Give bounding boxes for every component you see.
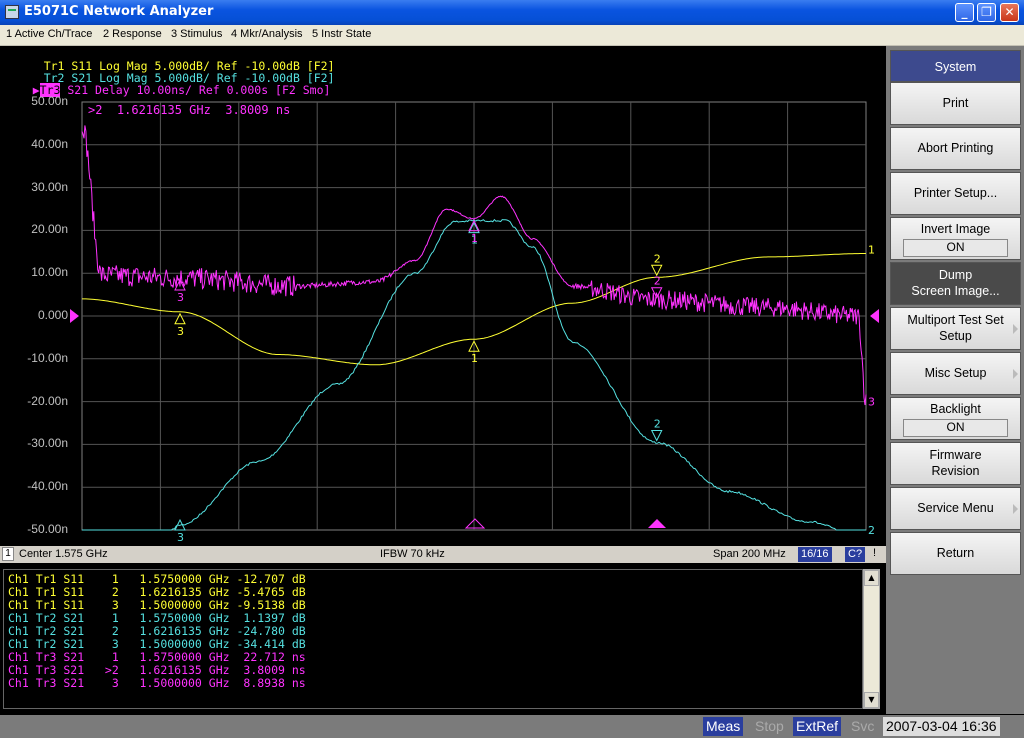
marker-tr2-3-label: 3 [177,531,184,544]
softkey-label: Printer Setup... [913,186,998,200]
date-time: 2007-03-04 16:36 [883,717,1000,736]
marker-tr3-2-label: 2 [654,275,661,288]
softkey-panel: System Print Abort Printing Printer Setup..… [886,46,1024,714]
menu-stimulus[interactable]: 3 Stimulus [171,28,222,40]
extref-indicator: ExtRef [793,717,842,736]
active-marker-stimulus-icon [648,519,666,528]
menu-response[interactable]: 2 Response [103,28,162,40]
marker-tr1-1-label: 1 [471,352,478,365]
center-frequency[interactable]: Center 1.575 GHz [19,548,108,560]
softkey-invert-image[interactable]: Invert Image ON [890,217,1021,260]
instrument-status-bar: Meas Stop ExtRef Svc 2007-03-04 16:36 [0,715,1024,738]
softkey-service-menu[interactable]: Service Menu [890,487,1021,530]
softkey-label: Invert Image [920,222,991,236]
softkey-label: Return [936,546,975,560]
softkey-value: ON [903,239,1008,257]
softkey-misc-setup[interactable]: Misc Setup [890,352,1021,395]
app-icon[interactable] [5,5,19,19]
cal-indicator: C? [845,547,866,562]
trace-display[interactable]: Tr1 S11 Log Mag 5.000dB/ Ref -10.00dB [F… [0,46,886,545]
trace-plot[interactable]: 123123123123 [0,46,886,545]
softkey-label-line2: Screen Image... [911,284,1000,298]
softkey-label: Multiport Test Set [907,313,1004,327]
softkey-multiport-test-set[interactable]: Multiport Test Set Setup [890,307,1021,350]
softkey-printer-setup[interactable]: Printer Setup... [890,172,1021,215]
softkey-label: Service Menu [917,501,994,515]
softkey-label: Backlight [930,402,981,416]
softkey-label: Misc Setup [924,366,987,380]
softkey-return[interactable]: Return [890,532,1021,575]
trace1-end-label: 1 [868,244,875,257]
marker-tr1-3-label: 3 [177,325,184,338]
softkey-abort-printing[interactable]: Abort Printing [890,127,1021,170]
softkey-backlight[interactable]: Backlight ON [890,397,1021,440]
softkey-label: Print [942,96,969,110]
ifbw[interactable]: IFBW 70 kHz [380,548,445,560]
softkey-label: Abort Printing [917,141,994,155]
softkey-dump[interactable]: Dump Screen Image... [890,262,1021,305]
scroll-down-icon[interactable]: ▼ [864,692,879,708]
marker-tr1-2-label: 2 [654,252,661,265]
softkey-label: Dump [938,268,973,282]
span-frequency[interactable]: Span 200 MHz [713,548,786,560]
trace3-end-label: 3 [868,396,875,409]
scroll-up-icon[interactable]: ▲ [864,570,879,586]
marker-tr3-3-label: 3 [177,291,184,304]
title-bar: E5071C Network Analyzer _ ❐ ✕ [0,0,1024,25]
minimize-button[interactable]: _ [955,3,974,22]
softkey-label-line2: Setup [939,329,972,343]
marker-table-scrollbar[interactable]: ▲ ▼ [863,569,880,709]
channel-status-bar: 1 Center 1.575 GHz IFBW 70 kHz Span 200 … [0,546,886,563]
menu-bar: 1 Active Ch/Trace 2 Response 3 Stimulus … [0,25,1024,46]
submenu-arrow-icon [1013,324,1018,335]
points-indicator: 16/16 [798,547,832,562]
meas-indicator: Meas [703,717,744,736]
marker-tr2-2 [650,430,663,442]
window-title: E5071C Network Analyzer [24,4,214,19]
menu-instr-state[interactable]: 5 Instr State [312,28,371,40]
trace2-end-label: 2 [868,524,875,537]
menu-mkr-analysis[interactable]: 4 Mkr/Analysis [231,28,303,40]
channel-number[interactable]: 1 [2,547,14,561]
softkey-firmware[interactable]: Firmware Revision [890,442,1021,485]
marker-table: Ch1 Tr1 S11 1 1.5750000 GHz -12.707 dB Ch… [3,569,863,709]
softkey-print[interactable]: Print [890,82,1021,125]
marker-tr1-3 [174,312,186,325]
softkey-label: Firmware [929,448,982,462]
stimulus-marker-icon [464,518,486,529]
marker-tr3-1-label: 1 [471,232,478,245]
softkey-menu-title: System [890,50,1021,82]
ref-left-arrow-icon [70,309,79,323]
ref-right-arrow-icon [870,309,879,323]
submenu-arrow-icon [1013,369,1018,380]
submenu-arrow-icon [1013,504,1018,515]
menu-active-ch-trace[interactable]: 1 Active Ch/Trace [6,28,92,40]
restore-button[interactable]: ❐ [977,3,996,22]
marker-table-row: Ch1 Tr3 S21 3 1.5000000 GHz 8.8938 ns [8,676,306,690]
active-marker-readout: >2 1.6216135 GHz 3.8009 ns [88,103,291,117]
softkey-label-line2: Revision [931,464,980,478]
marker-tr2-2-label: 2 [654,418,661,431]
svc-indicator: Svc [851,718,875,734]
warning-indicator: ! [873,547,877,559]
softkey-value: ON [903,419,1008,437]
stop-indicator: Stop [755,718,784,734]
close-button[interactable]: ✕ [1000,3,1019,22]
